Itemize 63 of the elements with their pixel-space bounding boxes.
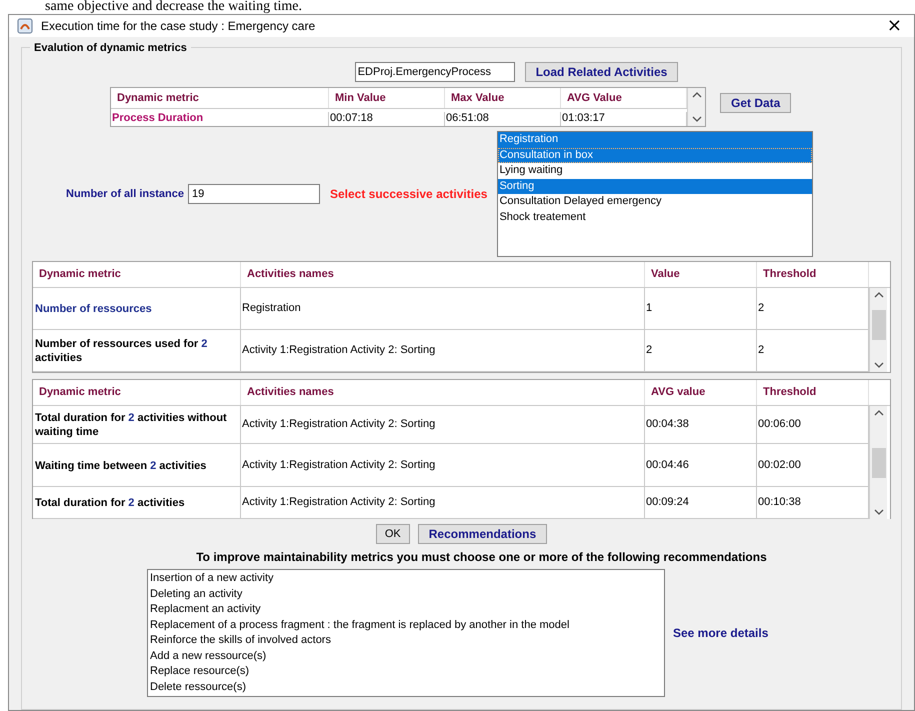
load-activities-button[interactable]: Load Related Activities: [524, 62, 678, 82]
details-link[interactable]: See more details: [673, 624, 768, 642]
list-item[interactable]: Replacment an activity: [148, 602, 664, 618]
list-item[interactable]: Consultation in box: [498, 148, 812, 163]
column-header: Activities names: [241, 262, 645, 287]
table-cell: Activity 1:Registration Activity 2: Sorting: [241, 406, 645, 443]
list-item[interactable]: Shock treatement: [498, 210, 812, 225]
column-header: Dynamic metric: [33, 380, 241, 405]
process-field[interactable]: EDProj.EmergencyProcess: [354, 62, 515, 82]
list-item[interactable]: Consultation Delayed emergency: [498, 194, 812, 210]
table-cell: Registration: [241, 288, 645, 329]
table-cell: Total duration for 2 activities without waiting time: [33, 406, 241, 444]
select-activities-label: Select successive activities: [330, 186, 488, 203]
list-item[interactable]: Registration: [498, 132, 812, 148]
list-item[interactable]: Deleting an activity: [148, 586, 664, 602]
table-cell: 06:51:08: [445, 112, 561, 126]
recommendations-button[interactable]: Recommendations: [418, 524, 548, 544]
column-header: Threshold: [757, 380, 869, 405]
scrollbar[interactable]: [687, 88, 705, 126]
column-header: Threshold: [757, 262, 869, 287]
close-button[interactable]: ×: [882, 17, 906, 35]
list-item[interactable]: Reinforce the skills of involved actors: [148, 633, 664, 648]
column-header: Min Value: [329, 88, 445, 108]
table-cell: Total duration for 2 activities: [33, 487, 241, 519]
table-cell: Process Duration: [111, 112, 329, 126]
table-cell: 00:04:46: [645, 444, 757, 486]
instances-label: Number of all instance: [66, 186, 184, 202]
table-cell: 00:07:18: [329, 112, 445, 126]
list-item[interactable]: Replace resource(s): [148, 664, 664, 680]
scrollbar-thumb[interactable]: [872, 310, 886, 340]
document-text: same objective and decrease the waiting time.: [44, 0, 303, 14]
column-header: Value: [645, 262, 757, 287]
instances-field[interactable]: 19: [188, 184, 320, 204]
list-item[interactable]: Add a new ressource(s): [148, 648, 664, 664]
list-item[interactable]: Lying waiting: [498, 163, 812, 178]
table-cell: Number of ressources used for 2 activities: [33, 330, 241, 372]
app-icon: [17, 18, 33, 34]
scrollbar-thumb[interactable]: [872, 448, 886, 478]
get-data-button[interactable]: Get Data: [720, 93, 792, 113]
table-cell: Activity 1:Registration Activity 2: Sorting: [241, 487, 645, 518]
table-cell: 1: [645, 288, 757, 329]
window-title: Execution time for the case study : Emergency care: [41, 18, 316, 35]
recommendation-prompt: To improve maintainability metrics you must choose one or more of the following recommendations: [195, 549, 768, 566]
scrollbar[interactable]: [869, 288, 887, 372]
list-item[interactable]: Replacement of a process fragment : the fragment is replaced by another in the model: [148, 618, 664, 633]
list-item[interactable]: Sorting: [498, 178, 812, 194]
scrollbar[interactable]: [869, 406, 887, 519]
table-cell: Number of ressources: [33, 288, 241, 330]
list-item[interactable]: Delete ressource(s): [148, 680, 664, 695]
table-cell: Activity 1:Registration Activity 2: Sorting: [241, 444, 645, 486]
column-header: Max Value: [445, 88, 561, 108]
column-header: Dynamic metric: [111, 88, 329, 108]
table-cell: 00:09:24: [645, 487, 757, 518]
table-cell: 00:04:38: [645, 406, 757, 443]
table-cell: Waiting time between 2 activities: [33, 444, 241, 487]
ok-button[interactable]: OK: [376, 524, 410, 544]
group-title: Evalution of dynamic metrics: [30, 40, 191, 56]
column-header: Activities names: [241, 380, 645, 405]
table-cell: Activity 1:Registration Activity 2: Sorting: [241, 330, 645, 371]
list-item[interactable]: Insertion of a new activity: [148, 571, 664, 586]
column-header: AVG value: [645, 380, 757, 405]
table-cell: 2: [645, 330, 757, 371]
column-header: Dynamic metric: [33, 262, 241, 287]
